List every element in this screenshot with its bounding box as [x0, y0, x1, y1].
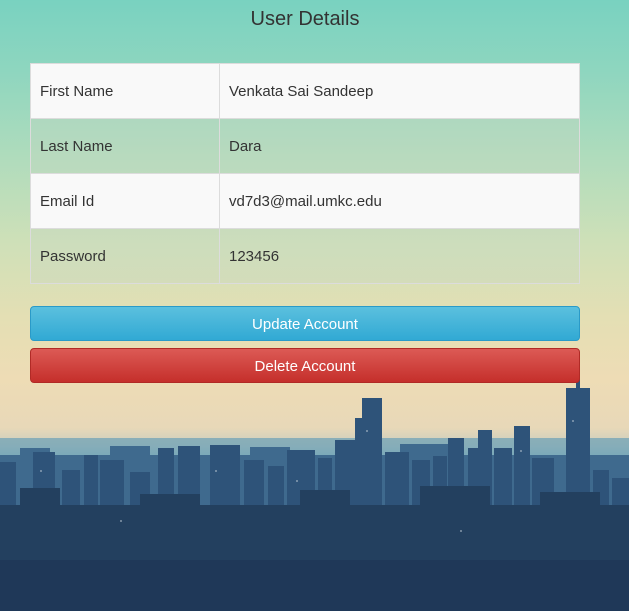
table-row: Email Id vd7d3@mail.umkc.edu [30, 173, 580, 229]
first-name-label: First Name [30, 63, 220, 119]
table-row: Password 123456 [30, 228, 580, 284]
table-row: First Name Venkata Sai Sandeep [30, 63, 580, 119]
update-account-button[interactable]: Update Account [30, 306, 580, 341]
last-name-value: Dara [219, 118, 580, 174]
table-row: Last Name Dara [30, 118, 580, 174]
password-value: 123456 [219, 228, 580, 284]
last-name-label: Last Name [30, 118, 220, 174]
page-title: User Details [250, 8, 360, 30]
first-name-value: Venkata Sai Sandeep [219, 63, 580, 119]
user-details-table: First Name Venkata Sai Sandeep Last Name… [30, 63, 580, 284]
delete-account-button[interactable]: Delete Account [30, 348, 580, 383]
email-label: Email Id [30, 173, 220, 229]
password-label: Password [30, 228, 220, 284]
email-value: vd7d3@mail.umkc.edu [219, 173, 580, 229]
